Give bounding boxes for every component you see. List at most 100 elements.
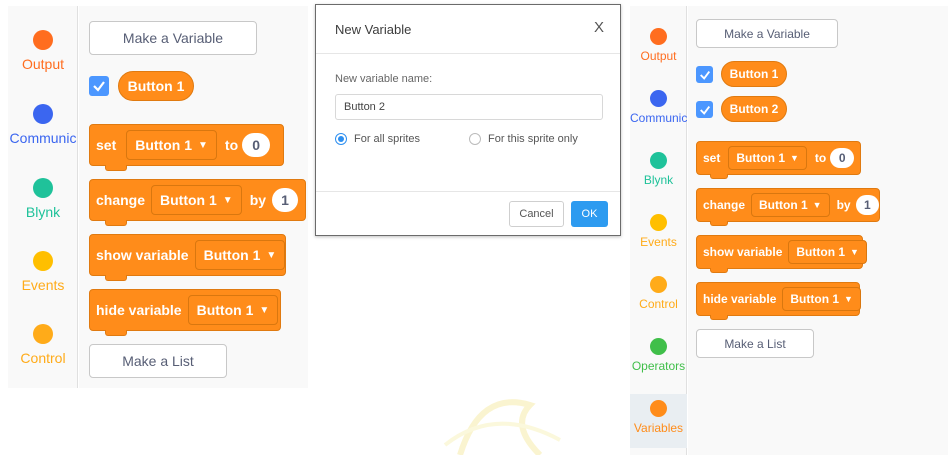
block-keyword: set <box>703 151 721 165</box>
make-list-button[interactable]: Make a List <box>696 329 814 358</box>
checkmark-icon <box>93 81 105 92</box>
category-control[interactable]: Control <box>8 324 78 366</box>
output-dot-icon <box>650 28 667 45</box>
block-keyword: by <box>249 192 267 208</box>
value-input[interactable]: 1 <box>272 188 299 212</box>
show-variable-block[interactable]: show variable Button 1 ▼ <box>696 235 867 269</box>
variable-dropdown[interactable]: Button 1 ▼ <box>788 240 867 264</box>
block-keyword: set <box>96 137 117 153</box>
variable-reporter[interactable]: Button 1 <box>721 61 787 87</box>
category-output[interactable]: Output <box>630 28 687 63</box>
category-events[interactable]: Events <box>630 214 687 249</box>
watermark-logo <box>443 399 561 455</box>
variable-checkbox[interactable] <box>696 101 713 118</box>
divider <box>316 191 620 192</box>
category-label: Blynk <box>643 173 674 187</box>
variables-dot-icon <box>650 400 667 417</box>
ok-button[interactable]: OK <box>571 201 608 227</box>
variable-reporter[interactable]: Button 1 <box>118 71 194 101</box>
variable-dropdown[interactable]: Button 1 ▼ <box>151 185 242 215</box>
category-label: Variables <box>633 421 684 435</box>
category-blynk[interactable]: Blynk <box>630 152 687 187</box>
block-keyword: by <box>836 198 851 212</box>
divider <box>316 53 620 54</box>
radio-this-sprite[interactable]: For this sprite only <box>469 133 578 145</box>
dropdown-value: Button 1 <box>790 292 840 306</box>
dropdown-value: Button 1 <box>796 245 846 259</box>
communication-dot-icon <box>650 90 667 107</box>
blynk-dot-icon <box>650 152 667 169</box>
make-list-button[interactable]: Make a List <box>89 344 227 378</box>
variable-dropdown[interactable]: Button 1 ▼ <box>751 193 830 217</box>
block-notch <box>710 221 728 226</box>
category-label: Communic <box>9 130 77 146</box>
hide-variable-block[interactable]: hide variable Button 1 ▼ <box>89 289 281 331</box>
blynk-dot-icon <box>33 178 53 198</box>
value-input[interactable]: 0 <box>830 148 855 168</box>
variable-name-input[interactable]: Button 2 <box>335 94 603 120</box>
caret-down-icon: ▼ <box>790 153 799 163</box>
category-label: Events <box>21 277 65 293</box>
category-label: Operators <box>631 359 686 373</box>
category-blynk[interactable]: Blynk <box>8 178 78 220</box>
block-keyword: to <box>814 151 827 165</box>
right-panel: Output Communic Blynk Events Control Ope… <box>630 6 948 455</box>
category-output[interactable]: Output <box>8 30 78 72</box>
dropdown-value: Button 1 <box>160 192 217 208</box>
block-notch <box>710 315 728 320</box>
hide-variable-block[interactable]: hide variable Button 1 ▼ <box>696 282 861 316</box>
category-variables[interactable]: Variables <box>630 394 687 448</box>
block-keyword: to <box>224 137 239 153</box>
dropdown-value: Button 1 <box>135 137 192 153</box>
events-dot-icon <box>33 251 53 271</box>
change-variable-block[interactable]: change Button 1 ▼ by 1 <box>89 179 306 221</box>
block-notch <box>105 330 127 336</box>
variable-dropdown[interactable]: Button 1 ▼ <box>187 295 279 325</box>
block-keyword: hide variable <box>96 302 182 318</box>
change-variable-block[interactable]: change Button 1 ▼ by 1 <box>696 188 880 222</box>
category-label: Control <box>639 297 678 311</box>
variable-dropdown[interactable]: Button 1 ▼ <box>126 130 217 160</box>
radio-label: For all sprites <box>354 133 421 145</box>
block-notch <box>105 220 127 226</box>
variable-dropdown[interactable]: Button 1 ▼ <box>728 146 807 170</box>
radio-unselected-icon <box>469 133 481 145</box>
variable-checkbox[interactable] <box>89 76 109 96</box>
category-control[interactable]: Control <box>630 276 687 311</box>
variable-dropdown[interactable]: Button 1 ▼ <box>782 287 861 311</box>
checkmark-icon <box>699 70 710 80</box>
output-dot-icon <box>33 30 53 50</box>
show-variable-block[interactable]: show variable Button 1 ▼ <box>89 234 286 276</box>
category-label: Communic <box>630 111 688 125</box>
caret-down-icon: ▼ <box>259 304 270 316</box>
control-dot-icon <box>33 324 53 344</box>
category-label: Blynk <box>25 204 61 220</box>
make-variable-button[interactable]: Make a Variable <box>696 19 838 48</box>
value-input[interactable]: 1 <box>855 195 879 215</box>
left-panel: Output Communic Blynk Events Control Mak… <box>8 6 308 388</box>
caret-down-icon: ▼ <box>844 294 853 304</box>
variable-checkbox[interactable] <box>696 66 713 83</box>
category-menu: Output Communic Blynk Events Control Ope… <box>630 6 687 455</box>
dialog-title: New Variable <box>335 22 412 37</box>
new-variable-dialog: New Variable X New variable name: Button… <box>315 4 621 236</box>
category-communication[interactable]: Communic <box>8 104 78 146</box>
block-notch <box>710 268 728 273</box>
variable-reporter[interactable]: Button 2 <box>721 96 787 122</box>
make-variable-button[interactable]: Make a Variable <box>89 21 257 55</box>
cancel-button[interactable]: Cancel <box>509 201 564 227</box>
close-icon[interactable]: X <box>594 19 604 36</box>
set-variable-block[interactable]: set Button 1 ▼ to 0 <box>696 141 861 175</box>
radio-selected-icon <box>335 133 347 145</box>
set-variable-block[interactable]: set Button 1 ▼ to 0 <box>89 124 284 166</box>
caret-down-icon: ▼ <box>812 200 822 210</box>
category-operators[interactable]: Operators <box>630 338 687 373</box>
block-notch <box>105 275 127 281</box>
category-communication[interactable]: Communic <box>630 90 687 125</box>
checkmark-icon <box>699 105 710 115</box>
variable-name-label: New variable name: <box>335 73 433 85</box>
radio-all-sprites[interactable]: For all sprites <box>335 133 420 145</box>
variable-dropdown[interactable]: Button 1 ▼ <box>194 240 286 270</box>
category-events[interactable]: Events <box>8 251 78 293</box>
value-input[interactable]: 0 <box>242 133 271 157</box>
